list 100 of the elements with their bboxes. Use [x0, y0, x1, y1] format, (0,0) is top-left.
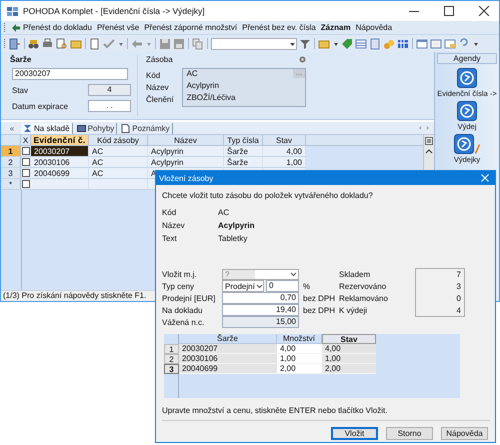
column-header[interactable]: Kód zásoby [89, 135, 148, 146]
dialog-button[interactable]: Nápověda [441, 427, 488, 440]
copy-icon[interactable] [192, 38, 204, 50]
checkbox[interactable] [22, 147, 30, 155]
table-icon[interactable] [355, 38, 367, 50]
dialog-button[interactable]: Vložit [331, 427, 378, 440]
binoculars-icon[interactable] [28, 38, 40, 50]
column-header[interactable]: Šarže [179, 334, 277, 344]
row-header[interactable]: 3 [1, 168, 21, 179]
column-header[interactable]: Evidenční č. [31, 135, 89, 146]
window-icon[interactable] [416, 38, 428, 50]
caret-icon [289, 270, 298, 278]
table-cell: 20040699 [179, 364, 277, 374]
quantity-field[interactable]: 2,00 [277, 364, 322, 374]
dialog-button[interactable]: Storno [386, 427, 433, 440]
row-header[interactable]: 2 [1, 157, 21, 168]
scroll-arrows-icon[interactable] [418, 125, 430, 131]
tab[interactable]: Poznámky [119, 122, 173, 134]
printer-icon[interactable] [42, 38, 54, 50]
discount-field[interactable]: 0 [266, 280, 299, 292]
column-picker-icon[interactable] [425, 137, 433, 145]
window-icon[interactable] [444, 38, 456, 50]
agenda-icon [454, 134, 474, 154]
column-header[interactable]: Stav [263, 135, 306, 146]
gear-icon[interactable] [299, 56, 306, 63]
check-icon[interactable] [103, 38, 115, 50]
table-cell: 2,00 [322, 364, 376, 374]
field-label: Název [146, 83, 170, 93]
hint-text: Upravte množství a cenu, stiskněte ENTER nebo tlačítko Vložit. [162, 406, 388, 415]
value-field[interactable]: . . [88, 100, 131, 112]
calculator-icon[interactable] [369, 38, 381, 50]
row-header[interactable]: 1 [164, 344, 179, 354]
moves-icon [76, 124, 86, 132]
checkbox[interactable] [22, 158, 30, 166]
group-heading: Zásoba [146, 55, 173, 64]
arrow-icon[interactable] [131, 38, 143, 50]
menu-item[interactable]: Přenést vše [96, 23, 140, 32]
collapse-button[interactable]: « [5, 124, 19, 132]
table-cell: AC [89, 146, 148, 157]
notes-icon [121, 124, 130, 132]
row-header[interactable]: * [1, 179, 21, 190]
unit-label: bez DPH [302, 306, 336, 314]
caret-icon [254, 282, 264, 290]
folder-icon[interactable] [70, 38, 82, 50]
grid-icon[interactable] [397, 38, 409, 50]
column-header[interactable]: X [21, 135, 31, 146]
batch-field[interactable]: 20030207 [12, 68, 128, 80]
field-label: Vážená n.c. [162, 318, 206, 326]
scroll-up-icon[interactable] [425, 148, 433, 154]
menu-item[interactable]: Záznam [320, 23, 351, 32]
tab[interactable]: Pohyby [74, 122, 118, 134]
quantity-field[interactable]: 1,00 [277, 354, 322, 364]
value-field[interactable]: 4 [88, 84, 131, 96]
stock-value: 0 [456, 294, 461, 303]
price-field[interactable]: 0,70 [222, 292, 299, 304]
table-cell: Šarže [224, 146, 263, 157]
row-header[interactable]: 2 [164, 354, 179, 364]
stock-value: 7 [456, 270, 461, 280]
table-cell: 20030207 [179, 344, 277, 354]
column-header[interactable]: Typ čísla [224, 135, 263, 146]
toolbar-combobox[interactable] [211, 38, 297, 50]
column-header[interactable]: Množství [277, 334, 322, 344]
window-title: POHODA Komplet - [Evidenční čísla -> Výdejky] [23, 6, 206, 16]
row-header[interactable]: 3 [164, 364, 179, 374]
question-text: Chcete vložit tuto zásobu do položek vytvářeného dokladu? [162, 191, 374, 202]
door-icon[interactable] [9, 38, 21, 50]
field-value: Tabletky [218, 234, 248, 244]
unit-label: bez DPH [302, 294, 336, 302]
menu-item[interactable]: Nápověda [356, 23, 392, 32]
column-header[interactable]: Stav [322, 334, 376, 344]
field-label: Stav [12, 86, 28, 94]
menu-item[interactable]: Přenést záporné množství [144, 23, 238, 32]
field-value: AC [186, 69, 198, 79]
window-icon[interactable] [430, 38, 442, 50]
tab[interactable]: Na skladě [21, 122, 73, 134]
filter-icon[interactable] [299, 38, 311, 50]
row-header[interactable]: 1 [1, 146, 21, 157]
field-label: Členění [146, 95, 174, 105]
price-field[interactable]: 19,40 [222, 304, 299, 316]
field-label: Kód [146, 71, 162, 81]
menu-item[interactable]: Přenést do dokladu [12, 23, 92, 32]
table-cell: 20030106 [31, 157, 89, 168]
stock-label: Reklamováno [339, 294, 389, 302]
checkbox[interactable] [22, 180, 30, 188]
price-type-select[interactable]: Prodejní [222, 280, 264, 292]
table-cell: Šarže [224, 157, 263, 168]
column-header[interactable]: Název [148, 135, 224, 146]
page-search-icon[interactable] [56, 38, 68, 50]
stock-value: 3 [456, 282, 461, 292]
table-cell: AC [89, 157, 148, 168]
quantity-field[interactable]: 4,00 [277, 344, 322, 354]
panel-heading: Agendy [437, 53, 497, 64]
field-value: Acylpyrin [218, 221, 254, 231]
field-value: Acylpyrin [186, 81, 220, 91]
menu-item[interactable]: Přenést bez ev. čísla [242, 23, 316, 32]
document-icon[interactable] [89, 38, 101, 50]
stock-value: 4 [456, 306, 461, 315]
arrow-icon [12, 24, 20, 32]
checkbox[interactable] [22, 169, 30, 177]
field-label: Prodejní [EUR] [162, 294, 216, 302]
